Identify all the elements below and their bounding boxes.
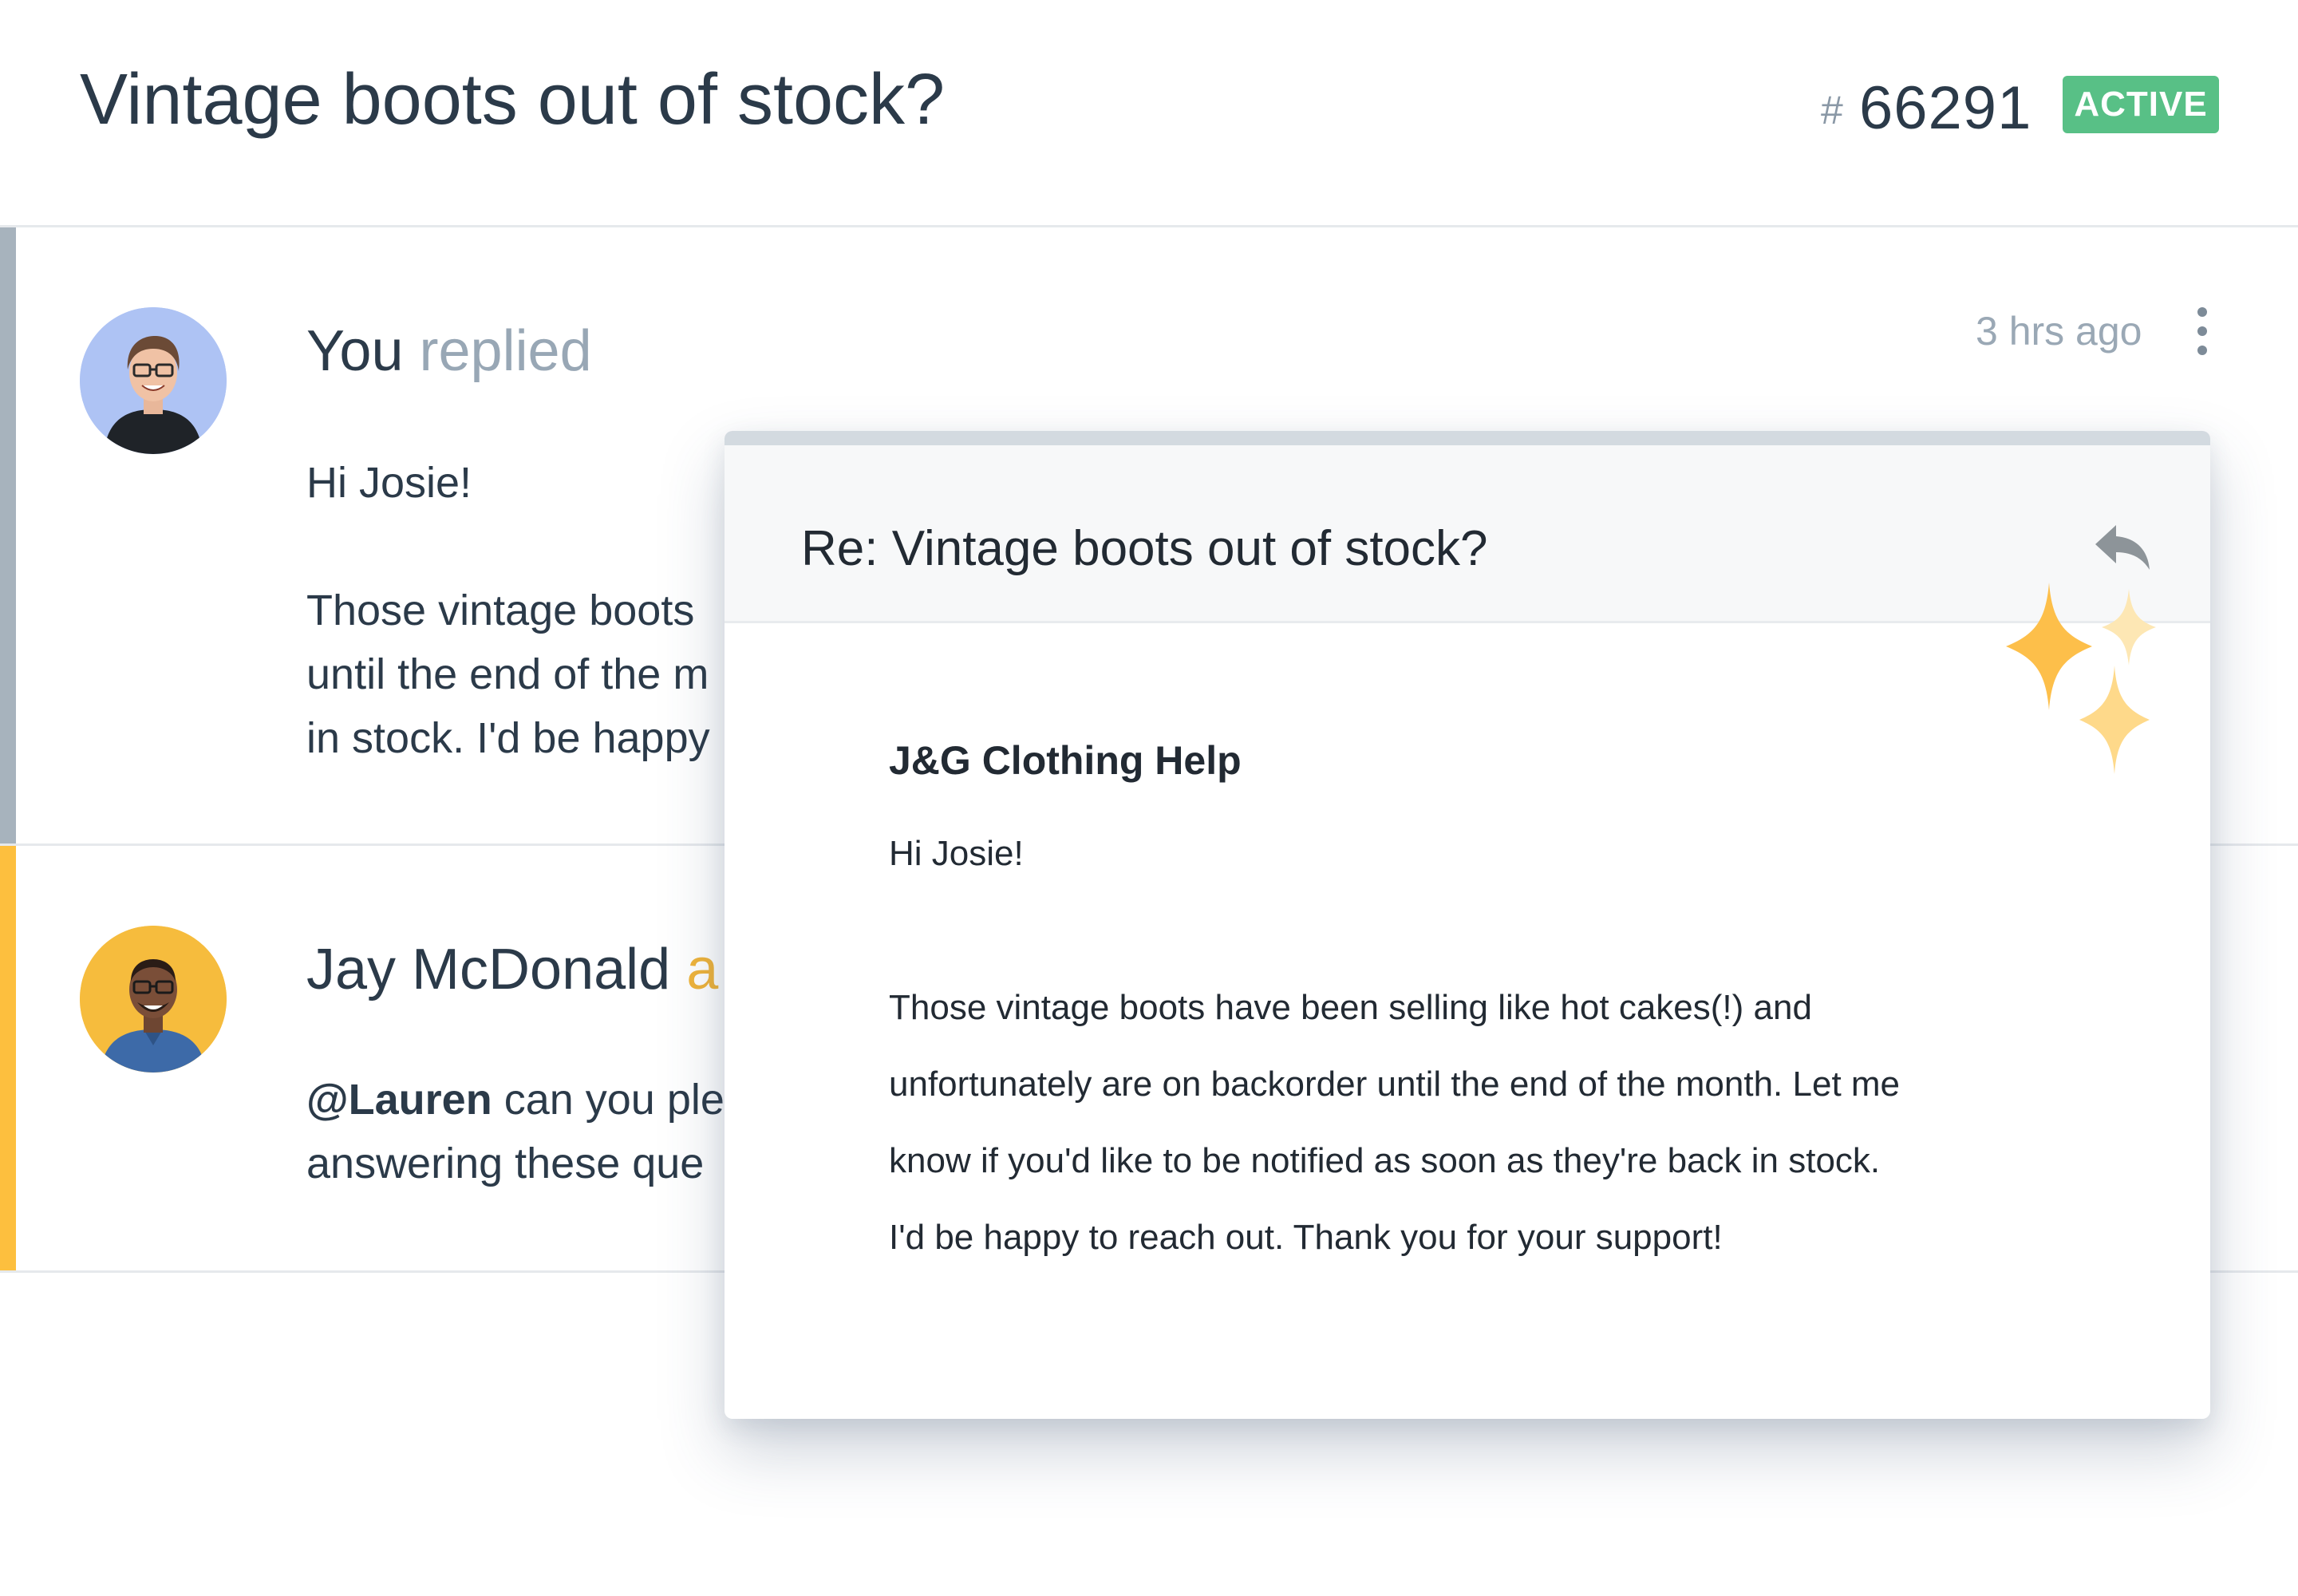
message-line: in stock. I'd be happy — [306, 714, 710, 762]
thread-author-line: Jay McDonald a — [306, 930, 718, 1009]
thread-author-line: You replied — [306, 311, 592, 391]
email-header: Re: Vintage boots out of stock? — [725, 445, 2210, 623]
avatar[interactable] — [80, 307, 227, 454]
ticket-number: 66291 — [1859, 74, 2032, 142]
message-line: until the end of the m — [306, 650, 709, 698]
ticket-hash-symbol: # — [1821, 88, 1843, 132]
message-line: @Lauren can you ple — [306, 1068, 725, 1132]
user-mention[interactable]: @Lauren — [306, 1076, 492, 1124]
ticket-header: Vintage boots out of stock? # 66291 ACTI… — [0, 0, 2298, 227]
thread-timestamp: 3 hrs ago — [1976, 309, 2142, 354]
email-line: know if you'd like to be notified as soo… — [889, 1141, 1881, 1180]
message-line: Those vintage boots — [306, 587, 695, 634]
email-greeting: Hi Josie! — [889, 834, 1024, 873]
message-text: can you ple — [492, 1076, 725, 1124]
card-top-bar — [725, 431, 2210, 445]
ticket-title: Vintage boots out of stock? — [80, 60, 946, 140]
author-action: replied — [403, 319, 592, 383]
author-name[interactable]: You — [306, 319, 404, 383]
author-action: a — [670, 938, 719, 1001]
kebab-dot — [2197, 346, 2207, 355]
message-line: answering these que — [306, 1140, 705, 1187]
email-line: I'd be happy to reach out. Thank you for… — [889, 1218, 1723, 1257]
thread-accent-bar — [0, 846, 16, 1270]
kebab-menu-icon[interactable] — [2186, 299, 2218, 363]
thread-accent-bar — [0, 227, 16, 843]
kebab-dot — [2197, 326, 2207, 336]
email-line: unfortunately are on backorder until the… — [889, 1065, 1901, 1104]
email-preview-card: Re: Vintage boots out of stock? J&G Clot… — [725, 431, 2210, 1419]
message-line: Hi Josie! — [306, 459, 472, 507]
avatar[interactable] — [80, 926, 227, 1073]
kebab-dot — [2197, 307, 2207, 317]
email-line: Those vintage boots have been selling li… — [889, 988, 1812, 1027]
author-name[interactable]: Jay McDonald — [306, 938, 670, 1001]
woman-avatar-icon — [80, 307, 227, 454]
email-sender: J&G Clothing Help — [889, 738, 1242, 783]
status-badge[interactable]: ACTIVE — [2063, 76, 2219, 133]
sparkle-icon — [2006, 583, 2156, 774]
reply-arrow-icon[interactable] — [2092, 520, 2153, 576]
email-subject: Re: Vintage boots out of stock? — [801, 521, 1488, 576]
man-avatar-icon — [80, 926, 227, 1073]
